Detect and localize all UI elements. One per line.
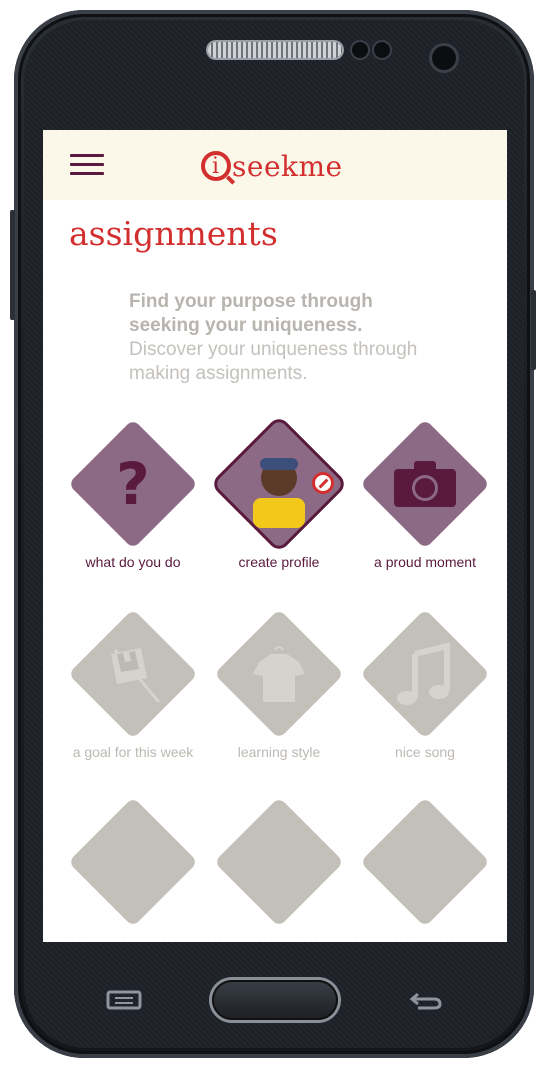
tile-nice-song[interactable]: nice song [352, 608, 498, 760]
volume-button [10, 210, 15, 320]
tile-what-do-you-do[interactable]: ? what do you do [60, 418, 206, 570]
tile-locked-1[interactable] [60, 796, 206, 928]
tile-label: create profile [238, 554, 320, 570]
intro-bold: Find your purpose through seeking your u… [129, 291, 373, 336]
tile-diamond [67, 796, 199, 928]
tile-a-proud-moment[interactable]: a proud moment [352, 418, 498, 570]
tile-a-goal-for-this-week[interactable]: a goal for this week [60, 608, 206, 760]
app-logo[interactable]: i seekme [201, 144, 343, 188]
tile-diamond [359, 796, 491, 928]
tile-label: a goal for this week [72, 744, 194, 760]
intro-rest: Discover your uniqueness through making … [129, 339, 418, 384]
edit-badge-icon [312, 472, 334, 494]
tile-label: nice song [395, 744, 455, 760]
back-softkey-icon[interactable] [408, 990, 444, 1016]
logo-magnifier-icon: i [201, 151, 231, 181]
front-camera [432, 46, 456, 70]
earpiece-speaker [208, 42, 342, 58]
tile-diamond [213, 796, 345, 928]
tile-diamond [213, 608, 345, 740]
intro-text: Find your purpose through seeking your u… [129, 290, 439, 386]
tile-locked-2[interactable] [206, 796, 352, 928]
tile-diamond [67, 608, 199, 740]
page-title: assignments [69, 214, 278, 253]
proximity-sensor [352, 42, 368, 58]
app-screen: i seekme assignments Find your purpose t… [43, 130, 507, 942]
tile-label: learning style [237, 744, 321, 760]
tile-label: what do you do [85, 554, 181, 570]
power-button [531, 290, 536, 370]
tile-locked-3[interactable] [352, 796, 498, 928]
hamburger-menu-icon[interactable] [70, 154, 104, 176]
tile-learning-style[interactable]: learning style [206, 608, 352, 760]
light-sensor [374, 42, 390, 58]
tile-label: a proud moment [374, 554, 476, 570]
tile-diamond [359, 608, 491, 740]
home-button[interactable] [212, 980, 338, 1020]
menu-softkey-icon[interactable] [106, 990, 142, 1016]
logo-text: seekme [232, 149, 343, 183]
tile-create-profile[interactable]: create profile [206, 418, 352, 570]
tile-diamond [67, 418, 199, 550]
tile-diamond [359, 418, 491, 550]
top-bar: i seekme [43, 130, 507, 200]
